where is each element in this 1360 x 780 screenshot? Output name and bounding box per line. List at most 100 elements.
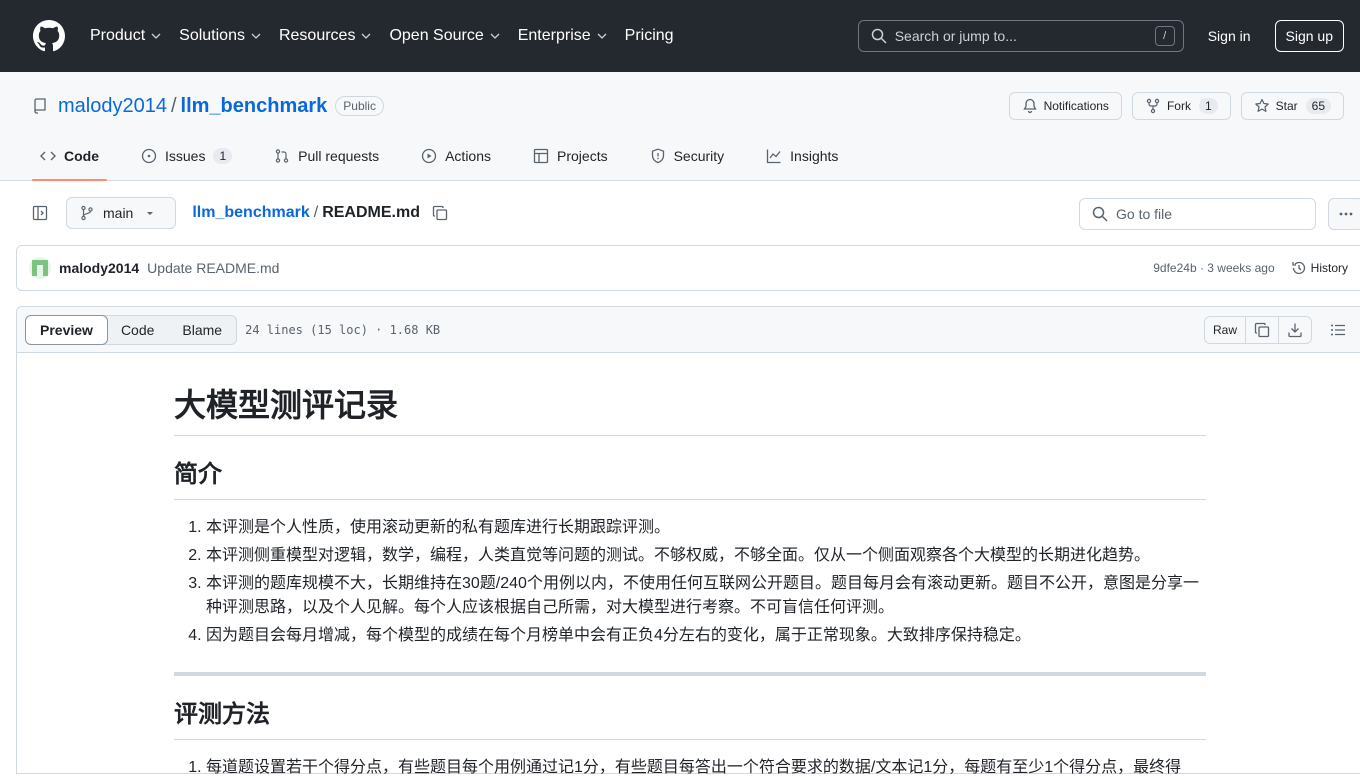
- play-icon: [421, 148, 437, 164]
- sign-in-link[interactable]: Sign in: [1208, 28, 1251, 44]
- graph-icon: [766, 148, 782, 164]
- intro-list: 本评测是个人性质，使用滚动更新的私有题库进行长期跟踪评测。 本评测侧重模型对逻辑…: [174, 516, 1206, 648]
- global-header: Product Solutions Resources Open Source …: [0, 0, 1360, 72]
- copy-icon[interactable]: [432, 205, 448, 221]
- list-item: 本评测的题库规模不大，长期维持在30题/240个用例以内，不使用任何互联网公开题…: [206, 572, 1206, 620]
- method-heading: 评测方法: [174, 700, 1206, 740]
- commit-meta[interactable]: 9dfe24b · 3 weeks ago: [1153, 261, 1274, 275]
- tab-insights[interactable]: Insights: [758, 132, 846, 180]
- nav-open-source-label: Open Source: [389, 27, 483, 45]
- star-label: Star: [1276, 99, 1298, 113]
- latest-commit: malody2014 Update README.md 9dfe24b · 3 …: [16, 245, 1360, 291]
- tab-security[interactable]: Security: [642, 132, 733, 180]
- tab-security-label: Security: [674, 148, 725, 164]
- nav-resources-label: Resources: [279, 27, 355, 45]
- view-mode-toggle: Preview Code Blame: [25, 315, 237, 345]
- shield-icon: [650, 148, 666, 164]
- branch-selector[interactable]: main: [66, 197, 176, 229]
- code-button[interactable]: Code: [107, 316, 168, 344]
- nav-product[interactable]: Product: [90, 27, 161, 45]
- divider: [174, 672, 1206, 676]
- tab-projects[interactable]: Projects: [525, 132, 616, 180]
- search-shortcut-key: /: [1155, 26, 1175, 46]
- history-icon: [1291, 260, 1307, 276]
- visibility-badge: Public: [335, 96, 384, 116]
- fork-label: Fork: [1167, 99, 1191, 113]
- tab-issues-label: Issues: [165, 148, 205, 164]
- github-logo-icon[interactable]: [32, 19, 66, 53]
- download-icon: [1287, 322, 1303, 338]
- search-icon: [1092, 206, 1108, 222]
- tab-actions-label: Actions: [445, 148, 491, 164]
- chevron-down-icon: [597, 31, 607, 41]
- nav-enterprise[interactable]: Enterprise: [518, 27, 607, 45]
- list-item: 本评测是个人性质，使用滚动更新的私有题库进行长期跟踪评测。: [206, 516, 1206, 540]
- readme-title: 大模型测评记录: [174, 353, 1206, 436]
- nav-solutions-label: Solutions: [179, 27, 245, 45]
- file-navigation: main llm_benchmark / README.md Go to fil…: [0, 181, 1360, 245]
- notifications-label: Notifications: [1044, 99, 1109, 113]
- expand-file-tree-button[interactable]: [24, 197, 56, 229]
- list-unordered-icon: [1330, 322, 1346, 338]
- go-to-file-placeholder: Go to file: [1116, 206, 1172, 222]
- blame-button[interactable]: Blame: [168, 316, 236, 344]
- list-item: 本评测侧重模型对逻辑，数学，编程，人类直觉等问题的测试。不够权威，不够全面。仅从…: [206, 544, 1206, 568]
- tab-issues[interactable]: Issues 1: [133, 132, 240, 180]
- tab-actions[interactable]: Actions: [413, 132, 499, 180]
- breadcrumb-repo-link[interactable]: llm_benchmark: [192, 204, 309, 222]
- branch-name: main: [103, 205, 133, 221]
- history-button[interactable]: History: [1291, 260, 1348, 276]
- chevron-down-icon: [151, 31, 161, 41]
- bell-icon: [1022, 98, 1038, 114]
- fork-count: 1: [1199, 98, 1218, 114]
- tab-code[interactable]: Code: [32, 132, 107, 180]
- chevron-down-icon: [251, 31, 261, 41]
- breadcrumb-file: README.md: [322, 204, 420, 222]
- intro-heading: 简介: [174, 460, 1206, 500]
- nav-pricing[interactable]: Pricing: [625, 27, 674, 45]
- breadcrumb-separator: /: [314, 204, 318, 222]
- issue-icon: [141, 148, 157, 164]
- go-to-file-input[interactable]: Go to file: [1079, 198, 1316, 230]
- copy-icon: [1254, 322, 1270, 338]
- chevron-down-icon: [490, 31, 500, 41]
- main-nav: Product Solutions Resources Open Source …: [90, 27, 692, 45]
- fork-button[interactable]: Fork 1: [1132, 92, 1231, 120]
- nav-product-label: Product: [90, 27, 145, 45]
- tab-projects-label: Projects: [557, 148, 608, 164]
- outline-button[interactable]: [1324, 316, 1352, 344]
- commit-author[interactable]: malody2014: [59, 260, 139, 276]
- sign-up-button[interactable]: Sign up: [1275, 20, 1344, 52]
- list-item: 每道题设置若干个得分点，有些题目每个用例通过记1分，有些题目每答出一个符合要求的…: [206, 756, 1206, 780]
- chevron-down-icon: [361, 31, 371, 41]
- nav-solutions[interactable]: Solutions: [179, 27, 261, 45]
- kebab-horizontal-icon: [1338, 206, 1354, 222]
- raw-button[interactable]: Raw: [1205, 317, 1246, 343]
- more-options-button[interactable]: [1328, 198, 1360, 230]
- raw-copy-download-group: Raw: [1204, 316, 1312, 344]
- copy-raw-button[interactable]: [1246, 317, 1279, 343]
- star-button[interactable]: Star 65: [1241, 92, 1344, 120]
- readme-content: 大模型测评记录 简介 本评测是个人性质，使用滚动更新的私有题库进行长期跟踪评测。…: [174, 353, 1206, 780]
- path-separator: /: [171, 95, 177, 118]
- star-count: 65: [1306, 98, 1331, 114]
- fork-icon: [1145, 98, 1161, 114]
- repo-actions: Notifications Fork 1 Star 65: [999, 92, 1344, 120]
- issues-count: 1: [213, 148, 232, 164]
- repo-header: malody2014 / llm_benchmark Public Notifi…: [0, 72, 1360, 181]
- repo-name-link[interactable]: llm_benchmark: [181, 95, 328, 118]
- repo-owner-link[interactable]: malody2014: [58, 95, 167, 118]
- search-icon: [871, 28, 887, 44]
- breadcrumb: llm_benchmark / README.md: [192, 204, 448, 222]
- preview-button[interactable]: Preview: [25, 315, 108, 345]
- notifications-button[interactable]: Notifications: [1009, 92, 1122, 120]
- avatar[interactable]: [29, 257, 51, 279]
- download-button[interactable]: [1279, 317, 1311, 343]
- tab-pull-requests-label: Pull requests: [298, 148, 379, 164]
- tab-pull-requests[interactable]: Pull requests: [266, 132, 387, 180]
- commit-message[interactable]: Update README.md: [147, 260, 279, 276]
- star-icon: [1254, 98, 1270, 114]
- nav-open-source[interactable]: Open Source: [389, 27, 499, 45]
- nav-resources[interactable]: Resources: [279, 27, 371, 45]
- global-search-input[interactable]: Search or jump to... /: [858, 20, 1184, 52]
